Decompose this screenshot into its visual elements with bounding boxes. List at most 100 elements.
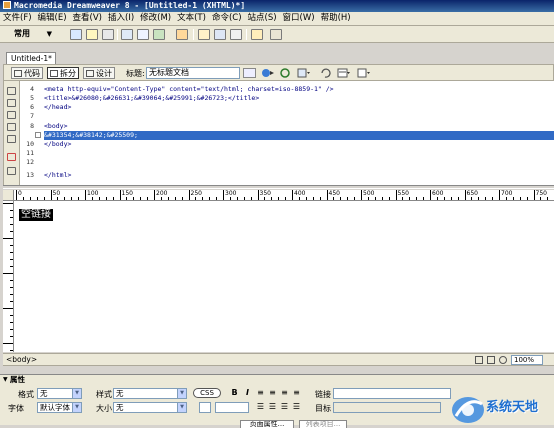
style-select[interactable]: 无 ▼ bbox=[113, 388, 187, 399]
image-icon[interactable] bbox=[153, 29, 165, 40]
comment-icon[interactable] bbox=[230, 29, 242, 40]
text-color-picker[interactable] bbox=[199, 402, 211, 413]
file-management-icon[interactable] bbox=[243, 68, 256, 78]
justify-icon[interactable]: ≡ bbox=[291, 388, 302, 398]
expand-triangle-icon: ▼ bbox=[3, 376, 8, 383]
chevron-down-icon: ▼ bbox=[46, 30, 52, 38]
ruler-tick bbox=[423, 197, 425, 200]
code-view-pane[interactable]: 4 5 6 7 8 9 10 11 12 13 <meta http-equiv… bbox=[3, 81, 554, 185]
font-select[interactable]: 默认字体 ▼ bbox=[37, 402, 82, 413]
templates-icon[interactable] bbox=[251, 29, 263, 40]
menu-site[interactable]: 站点(S) bbox=[245, 12, 280, 25]
ruler-tick bbox=[3, 273, 13, 274]
ordered-list-icon[interactable]: ☰ bbox=[267, 402, 278, 412]
properties-panel-header[interactable]: ▼ 属性 bbox=[0, 374, 554, 384]
italic-button[interactable]: I bbox=[242, 388, 253, 398]
date-icon[interactable] bbox=[198, 29, 210, 40]
refresh-design-view-icon[interactable] bbox=[279, 68, 292, 78]
insert-category-label: 常用 bbox=[14, 29, 30, 38]
css-button[interactable]: CSS bbox=[193, 388, 221, 398]
tag-chooser-icon[interactable] bbox=[270, 29, 282, 40]
document-title-input[interactable]: 无标题文档 bbox=[146, 67, 240, 79]
selected-text[interactable]: 空链接 bbox=[19, 209, 53, 221]
visual-aids-icon[interactable] bbox=[337, 68, 350, 78]
expand-all-icon[interactable] bbox=[7, 111, 16, 119]
page-properties-button[interactable]: 页面属性... bbox=[240, 420, 294, 428]
coding-toolbar bbox=[4, 81, 20, 185]
ruler-tick bbox=[126, 197, 128, 200]
ruler-tick bbox=[98, 197, 100, 200]
refresh-icon[interactable] bbox=[319, 68, 332, 78]
code-view-button[interactable]: 代码 bbox=[11, 67, 43, 79]
ruler-origin[interactable] bbox=[3, 190, 14, 201]
server-side-include-icon[interactable] bbox=[214, 29, 226, 40]
unordered-list-icon[interactable]: ☰ bbox=[255, 402, 266, 412]
insert-category-dropdown[interactable]: 常用 ▼ bbox=[4, 28, 54, 40]
properties-panel-title: 属性 bbox=[10, 375, 25, 384]
highlight-invalid-code-icon[interactable] bbox=[7, 153, 16, 161]
select-tool-icon[interactable] bbox=[475, 356, 483, 364]
ruler-tick bbox=[50, 190, 52, 200]
view-options-icon[interactable] bbox=[297, 68, 310, 78]
ruler-label: 650 bbox=[466, 190, 478, 197]
chevron-down-icon: ▼ bbox=[177, 403, 186, 412]
tag-selector-body[interactable]: <body> bbox=[6, 355, 37, 364]
split-view-divider[interactable] bbox=[3, 185, 554, 189]
ruler-tick bbox=[298, 197, 300, 200]
hyperlink-icon[interactable] bbox=[70, 29, 82, 40]
document-title-label: 标题: bbox=[126, 69, 145, 78]
menu-commands[interactable]: 命令(C) bbox=[209, 12, 245, 25]
validate-markup-icon[interactable] bbox=[357, 68, 370, 78]
ruler-tick bbox=[3, 343, 13, 344]
select-parent-tag-icon[interactable] bbox=[7, 123, 16, 131]
document-tab[interactable]: Untitled-1* bbox=[6, 52, 56, 64]
email-link-icon[interactable] bbox=[86, 29, 98, 40]
zoom-value: 100% bbox=[514, 356, 535, 364]
menu-help[interactable]: 帮助(H) bbox=[318, 12, 354, 25]
collapse-tag-icon[interactable] bbox=[7, 99, 16, 107]
menu-file[interactable]: 文件(F) bbox=[0, 12, 35, 25]
menu-edit[interactable]: 编辑(E) bbox=[35, 12, 70, 25]
link-input[interactable] bbox=[333, 388, 451, 399]
align-right-icon[interactable]: ≡ bbox=[279, 388, 290, 398]
text-color-input[interactable] bbox=[215, 402, 249, 413]
target-select[interactable] bbox=[333, 402, 441, 413]
bold-button[interactable]: B bbox=[229, 388, 240, 398]
div-tag-icon[interactable] bbox=[137, 29, 149, 40]
split-view-button[interactable]: 拆分 bbox=[47, 67, 79, 79]
design-view-button[interactable]: 设计 bbox=[83, 67, 115, 79]
menu-text[interactable]: 文本(T) bbox=[174, 12, 209, 25]
ruler-label: 100 bbox=[87, 190, 99, 197]
align-left-icon[interactable]: ≡ bbox=[255, 388, 266, 398]
ruler-tick bbox=[250, 197, 252, 200]
named-anchor-icon[interactable] bbox=[102, 29, 114, 40]
line-numbers-icon[interactable] bbox=[7, 135, 16, 143]
outdent-icon[interactable]: ☰ bbox=[279, 402, 290, 412]
menu-insert[interactable]: 插入(I) bbox=[105, 12, 137, 25]
line-number: 10 bbox=[26, 140, 34, 148]
format-value: 无 bbox=[40, 389, 48, 398]
ruler-tick bbox=[464, 190, 466, 200]
apply-comment-icon[interactable] bbox=[7, 167, 16, 175]
menu-view[interactable]: 查看(V) bbox=[70, 12, 105, 25]
menu-window[interactable]: 窗口(W) bbox=[280, 12, 318, 25]
format-select[interactable]: 无 ▼ bbox=[37, 388, 82, 399]
zoom-tool-icon[interactable] bbox=[499, 356, 507, 364]
size-select[interactable]: 无 ▼ bbox=[113, 402, 187, 413]
menu-modify[interactable]: 修改(M) bbox=[137, 12, 174, 25]
align-center-icon[interactable]: ≡ bbox=[267, 388, 278, 398]
hand-tool-icon[interactable] bbox=[487, 356, 495, 364]
ruler-label: 150 bbox=[121, 190, 133, 197]
line-number: 5 bbox=[30, 94, 34, 102]
zoom-select[interactable]: 100% bbox=[511, 355, 543, 365]
list-item-button[interactable]: 列表项目... bbox=[299, 420, 347, 428]
line-number-gutter: 4 5 6 7 8 9 10 11 12 13 bbox=[21, 81, 44, 185]
preview-in-browser-icon[interactable] bbox=[261, 68, 274, 78]
table-icon[interactable] bbox=[121, 29, 133, 40]
indent-icon[interactable]: ☰ bbox=[291, 402, 302, 412]
code-fold-toggle-icon[interactable] bbox=[35, 132, 41, 138]
media-icon[interactable] bbox=[176, 29, 188, 40]
design-view-pane[interactable]: 空链接 bbox=[14, 201, 554, 352]
open-documents-icon[interactable] bbox=[7, 87, 16, 95]
design-view-icon bbox=[86, 70, 94, 77]
